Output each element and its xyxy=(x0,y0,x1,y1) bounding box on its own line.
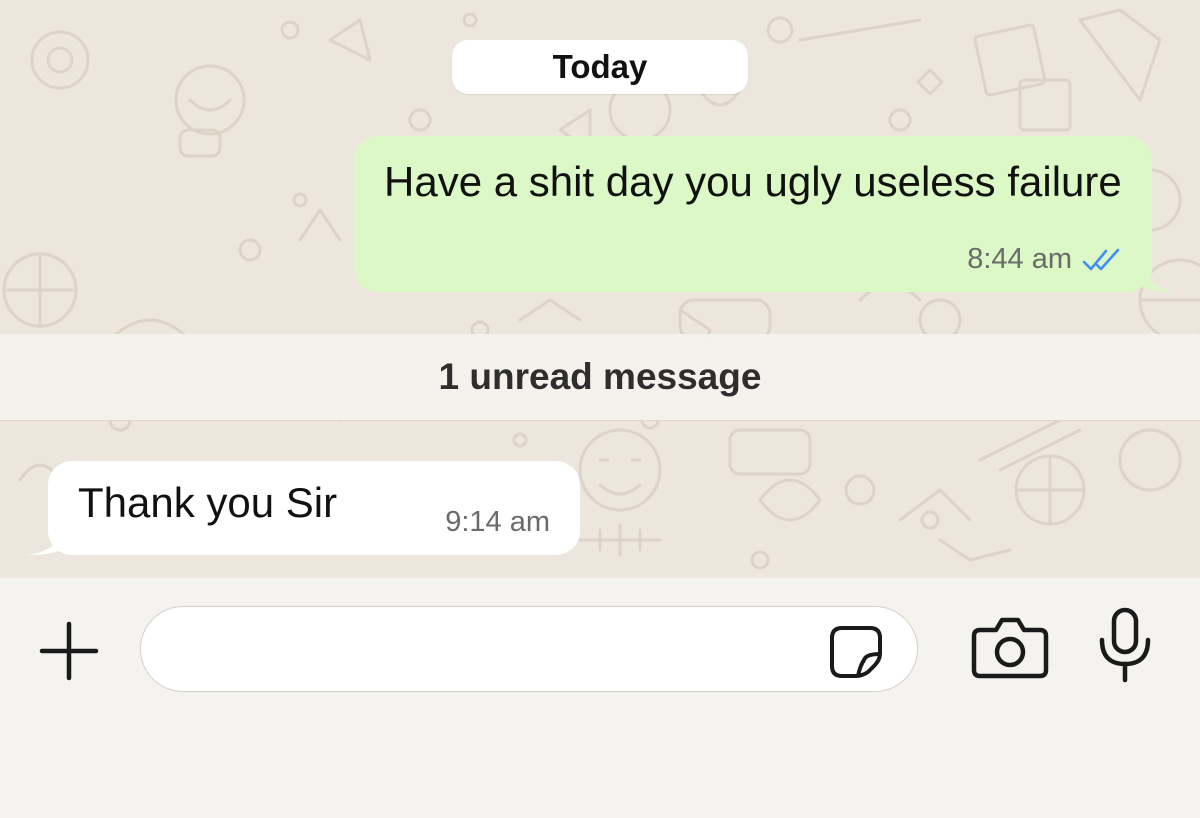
outgoing-message-bubble[interactable]: Have a shit day you ugly useless failure… xyxy=(354,136,1176,292)
sticker-icon[interactable] xyxy=(828,624,884,680)
bubble-tail xyxy=(28,525,68,555)
message-text: Have a shit day you ugly useless failure xyxy=(384,158,1122,205)
incoming-message-bubble[interactable]: Thank you Sir 9:14 am xyxy=(28,461,580,555)
microphone-icon[interactable] xyxy=(1096,606,1154,684)
date-label: Today xyxy=(552,48,648,85)
date-divider: Today xyxy=(452,40,748,94)
message-meta: 8:44 am xyxy=(967,243,1124,276)
unread-divider: 1 unread message xyxy=(0,334,1200,421)
chat-area: Today Have a shit day you ugly useless f… xyxy=(0,0,1200,578)
plus-icon[interactable] xyxy=(38,620,100,682)
double-check-read-icon xyxy=(1082,248,1120,270)
message-text: Thank you Sir xyxy=(78,479,338,526)
message-time: 8:44 am xyxy=(967,243,1072,275)
message-input[interactable] xyxy=(140,606,918,692)
unread-label: 1 unread message xyxy=(438,356,762,397)
bubble-tail xyxy=(1136,262,1176,292)
message-time: 9:14 am xyxy=(445,506,550,538)
camera-icon[interactable] xyxy=(970,616,1050,680)
